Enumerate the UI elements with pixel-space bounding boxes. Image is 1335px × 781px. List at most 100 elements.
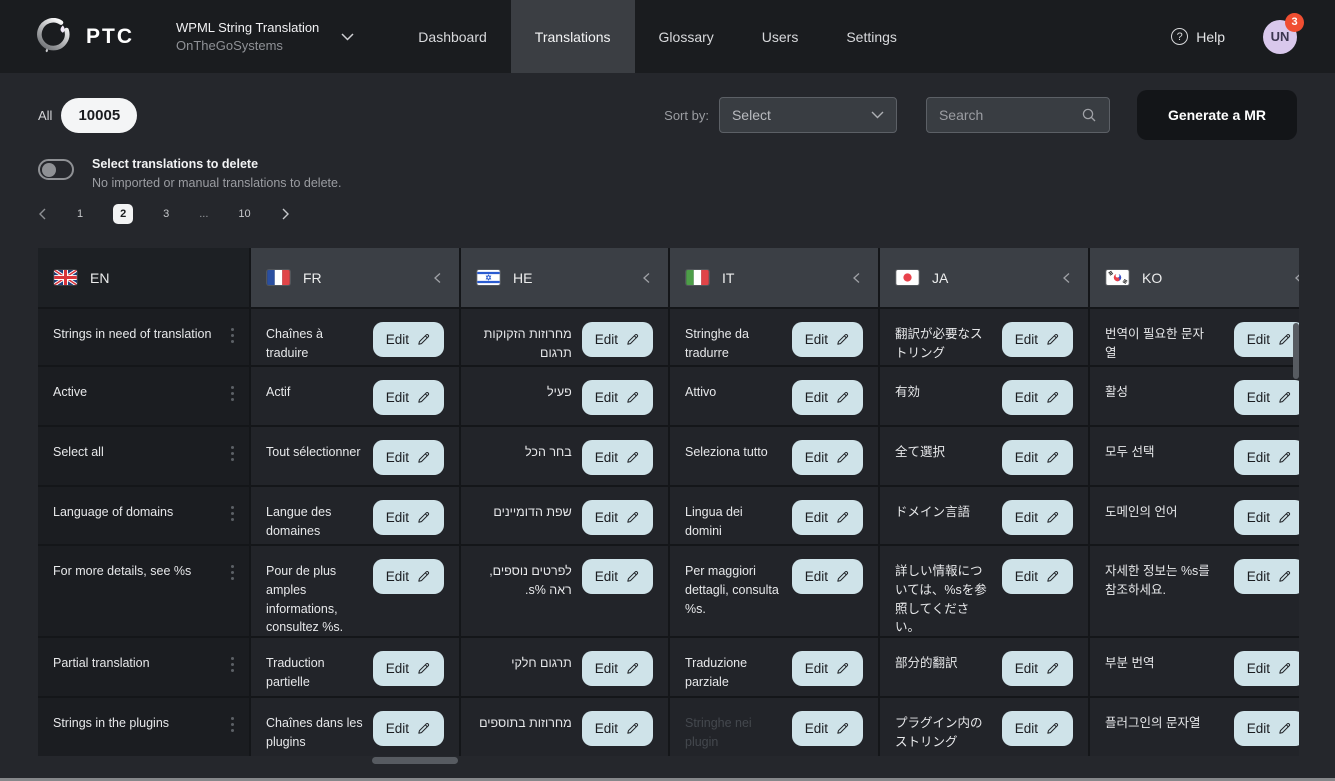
question-icon: ? [1171,28,1188,45]
edit-button[interactable]: Edit [582,440,653,475]
sort-by-label: Sort by: [664,108,709,123]
kebab-menu-icon[interactable] [231,322,234,343]
edit-button[interactable]: Edit [1002,500,1073,535]
page-3[interactable]: 3 [163,208,169,220]
next-page-icon[interactable] [281,208,290,220]
edit-button[interactable]: Edit [1002,322,1073,357]
edit-button[interactable]: Edit [1002,559,1073,594]
source-string-text: Active [53,380,87,402]
edit-button[interactable]: Edit [373,500,444,535]
kebab-menu-icon[interactable] [231,500,234,521]
edit-button[interactable]: Edit [373,711,444,746]
sort-select[interactable]: Select [719,97,897,133]
edit-button[interactable]: Edit [582,711,653,746]
edit-button[interactable]: Edit [1234,711,1299,746]
translation-cell-it: Stringhe nei pluginEdit [670,698,878,756]
tab-glossary[interactable]: Glossary [635,0,738,73]
edit-button[interactable]: Edit [582,322,653,357]
translation-cell-ko: 플러그인의 문자열Edit [1090,698,1299,756]
kebab-menu-icon[interactable] [231,440,234,461]
kebab-menu-icon[interactable] [231,380,234,401]
page-10[interactable]: 10 [238,208,250,220]
translation-text: 全て選択 [895,440,992,462]
all-count-pill[interactable]: 10005 [61,98,137,133]
edit-button[interactable]: Edit [582,380,653,415]
kebab-menu-icon[interactable] [231,559,234,580]
toolbar-right: Sort by: Select Generate a MR [664,90,1297,140]
edit-button[interactable]: Edit [582,500,653,535]
prev-page-icon[interactable] [38,208,47,220]
edit-button[interactable]: Edit [373,651,444,686]
edit-button[interactable]: Edit [373,380,444,415]
edit-button[interactable]: Edit [1002,711,1073,746]
language-code: HE [513,270,532,286]
translation-cell-ja: ドメイン言語 Edit [880,487,1088,544]
tab-translations[interactable]: Translations [511,0,635,73]
collapse-column-icon[interactable] [851,272,862,284]
collapse-column-icon[interactable] [641,272,652,284]
edit-button[interactable]: Edit [582,651,653,686]
tab-dashboard[interactable]: Dashboard [394,0,511,73]
edit-button[interactable]: Edit [1234,651,1299,686]
edit-button[interactable]: Edit [1234,500,1299,535]
generate-mr-button[interactable]: Generate a MR [1137,90,1297,140]
edit-button[interactable]: Edit [792,651,863,686]
search-icon[interactable] [1081,107,1097,123]
edit-button[interactable]: Edit [1234,380,1299,415]
edit-button[interactable]: Edit [1234,322,1299,357]
brand-name: PTC [86,25,134,49]
edit-button[interactable]: Edit [582,559,653,594]
delete-toggle-subtitle: No imported or manual translations to de… [92,176,341,190]
translation-cell-ko: 모두 선택Edit [1090,427,1299,485]
column-header-ko: KO [1090,248,1299,307]
edit-button[interactable]: Edit [792,440,863,475]
translation-text: 翻訳が必要なストリング [895,322,992,363]
search-input[interactable] [939,107,1081,123]
flag-gb-icon [54,270,77,285]
edit-button[interactable]: Edit [373,322,444,357]
edit-button[interactable]: Edit [373,559,444,594]
edit-button[interactable]: Edit [792,500,863,535]
source-string-cell: Language of domains [38,487,249,544]
translation-text: Seleziona tutto [685,440,782,462]
edit-button[interactable]: Edit [1002,380,1073,415]
page-2-current[interactable]: 2 [113,204,133,224]
edit-button[interactable]: Edit [1002,440,1073,475]
language-code: JA [932,270,948,286]
column-header-he: HE [461,248,668,307]
translation-cell-ko: 도메인의 언어Edit [1090,487,1299,544]
edit-button[interactable]: Edit [1234,559,1299,594]
translation-cell-he: בחר הכלEdit [461,427,668,485]
translation-cell-ja: 翻訳が必要なストリング Edit [880,309,1088,365]
translation-text: Tout sélectionner [266,440,363,462]
collapse-column-icon[interactable] [1061,272,1072,284]
table-vertical-scrollbar[interactable] [1293,323,1299,379]
edit-button[interactable]: Edit [1234,440,1299,475]
source-string-text: Strings in need of translation [53,322,211,344]
source-string-text: Select all [53,440,104,462]
table-horizontal-scrollbar[interactable] [372,757,458,764]
translation-cell-fr: Chaînes à traduireEdit [251,309,459,365]
tab-settings[interactable]: Settings [822,0,921,73]
tab-users[interactable]: Users [738,0,823,73]
collapse-column-icon[interactable] [432,272,443,284]
page-ellipsis: ... [199,208,208,220]
edit-button[interactable]: Edit [792,559,863,594]
edit-button[interactable]: Edit [792,711,863,746]
page: { "header": { "brand": "PTC", "project":… [0,0,1335,781]
page-1[interactable]: 1 [77,208,83,220]
kebab-menu-icon[interactable] [231,711,234,732]
edit-button[interactable]: Edit [1002,651,1073,686]
kebab-menu-icon[interactable] [231,651,234,672]
edit-button[interactable]: Edit [792,380,863,415]
edit-button[interactable]: Edit [373,440,444,475]
flag-it-icon [686,270,709,285]
main-nav: Dashboard Translations Glossary Users Se… [394,0,921,73]
project-switcher[interactable]: WPML String Translation OnTheGoSystems [176,0,354,73]
collapse-column-icon[interactable] [1293,272,1299,284]
edit-button[interactable]: Edit [792,322,863,357]
project-subtitle: OnTheGoSystems [176,38,319,53]
help-button[interactable]: ? Help [1171,28,1225,45]
delete-toggle-switch[interactable] [38,159,74,180]
translation-text: ドメイン言語 [895,500,992,522]
